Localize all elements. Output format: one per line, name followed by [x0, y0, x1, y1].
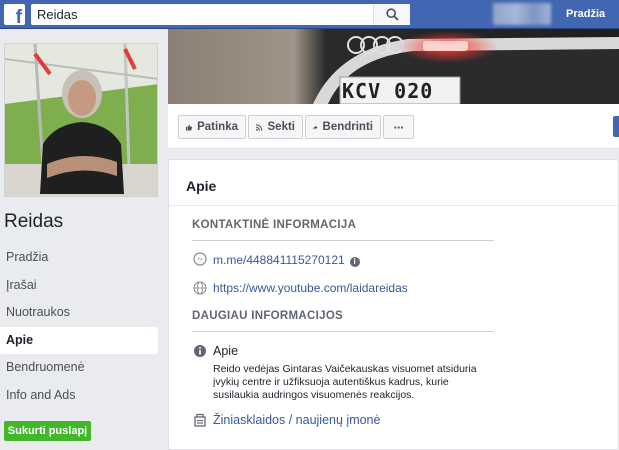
nav-item-info-and-ads[interactable]: Info and Ads [0, 382, 158, 410]
share-icon [313, 125, 318, 130]
more-info-header: DAUGIAU INFORMACIJOS [192, 310, 344, 322]
about-description: Reido vedėjas Gintaras Vaičekauskas visu… [213, 363, 477, 401]
profile-photo-image [5, 44, 157, 196]
page-profile-picture[interactable] [4, 43, 158, 197]
nav-item-photos[interactable]: Nuotraukos [0, 299, 158, 327]
like-icon [186, 124, 192, 131]
page-title: Reidas [4, 211, 64, 232]
nav-item-home[interactable]: Pradžia [0, 244, 158, 272]
messenger-link-row: m.me/448841115270121 i [213, 253, 360, 267]
top-navigation-bar: f Pradžia [0, 0, 619, 29]
nav-item-community[interactable]: Bendruomenė [0, 354, 158, 382]
category-icon [194, 413, 206, 427]
search-button[interactable] [373, 4, 410, 25]
search-icon [385, 8, 399, 21]
search-input[interactable] [31, 4, 371, 25]
page-navigation: Pradžia Įrašai Nuotraukos Apie Bendruome… [0, 244, 158, 409]
messenger-icon [193, 252, 207, 266]
home-link[interactable]: Pradžia [566, 8, 605, 20]
page-action-bar: Patinka Sekti Bendrinti ··· [168, 104, 619, 149]
message-button-edge[interactable] [613, 116, 619, 137]
info-icon[interactable]: i [349, 257, 360, 267]
cover-photo[interactable]: KCV 020 [168, 29, 619, 104]
divider [192, 331, 494, 332]
contact-info-header: KONTAKTINĖ INFORMACIJA [192, 219, 357, 231]
license-plate-text: KCV 020 [342, 79, 434, 103]
divider [169, 205, 619, 206]
create-page-button[interactable]: Sukurti puslapį [4, 421, 91, 441]
divider [192, 240, 494, 241]
nav-item-about[interactable]: Apie [0, 326, 158, 354]
share-button[interactable]: Bendrinti [305, 115, 381, 139]
about-label: Apie [213, 344, 239, 358]
website-link[interactable]: https://www.youtube.com/laidareidas [213, 281, 408, 295]
globe-icon [193, 281, 207, 295]
like-button[interactable]: Patinka [178, 115, 246, 139]
follow-button[interactable]: Sekti [248, 115, 303, 139]
about-title: Apie [186, 178, 217, 194]
user-profile-shortcut[interactable] [493, 3, 551, 25]
messenger-link[interactable]: m.me/448841115270121 [213, 253, 345, 267]
info-icon [194, 345, 206, 357]
search-box [31, 4, 410, 25]
rss-icon [256, 123, 263, 131]
about-card: Apie KONTAKTINĖ INFORMACIJA m.me/4488411… [168, 159, 619, 450]
category-link[interactable]: Žiniasklaidos / naujienų įmonė [213, 413, 380, 427]
more-options-button[interactable]: ··· [383, 115, 414, 139]
nav-item-posts[interactable]: Įrašai [0, 272, 158, 300]
facebook-logo-icon[interactable]: f [4, 4, 25, 27]
